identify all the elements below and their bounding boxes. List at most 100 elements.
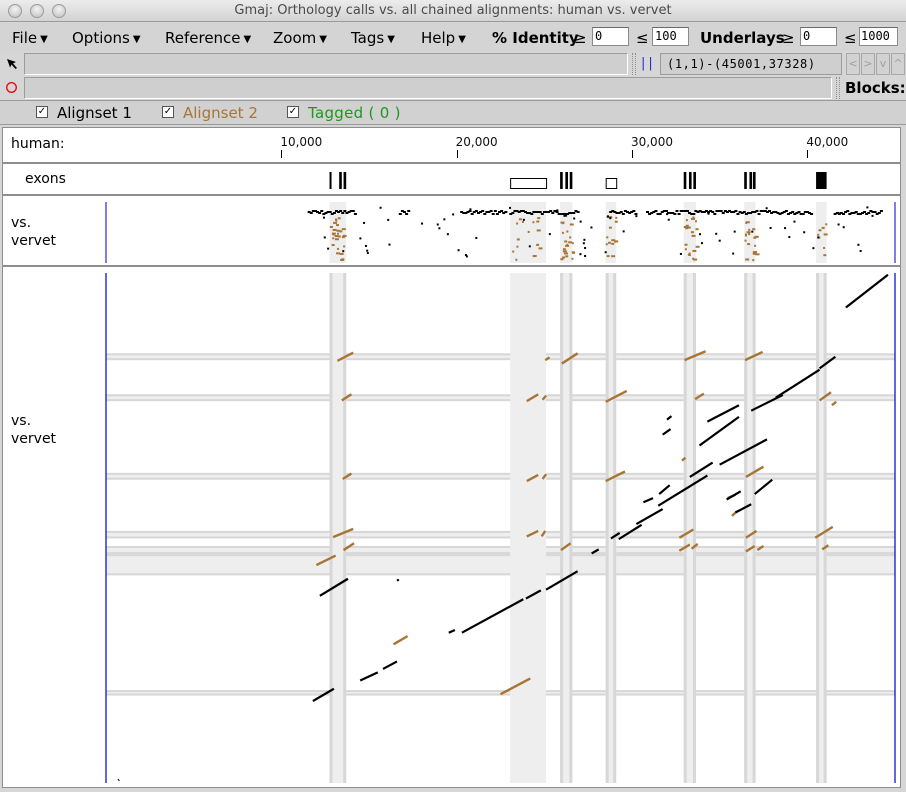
pip-point: [540, 213, 544, 215]
pip-point: [823, 246, 826, 249]
pip-point: [784, 227, 787, 230]
menu-help[interactable]: Help ▼: [421, 29, 466, 47]
dotplot[interactable]: [3, 267, 902, 787]
pip-point: [846, 210, 850, 212]
pip-point: [752, 259, 755, 262]
pip-point: [322, 216, 325, 219]
blocks-grip[interactable]: [836, 77, 840, 99]
alignset-1-segment: [382, 660, 398, 670]
pip-point: [320, 210, 324, 212]
menu-zoom[interactable]: Zoom ▼: [273, 29, 327, 47]
dotplot-underlay-v-edge: [343, 273, 347, 783]
pip-point: [572, 212, 576, 214]
dotplot-underlay-h-edge: [106, 573, 895, 576]
pip-point: [744, 234, 747, 237]
pip-point: [751, 230, 754, 233]
tagged-checkbox[interactable]: ✓: [287, 106, 299, 118]
exon-feature: [329, 172, 332, 189]
pip-point: [685, 210, 689, 212]
pip-point: [493, 210, 497, 212]
pip-point: [757, 213, 761, 215]
exon-feature: [565, 172, 568, 189]
nav-right-button[interactable]: >: [861, 53, 875, 75]
pip-point: [692, 213, 696, 215]
le-symbol: ≤: [844, 29, 857, 47]
pip-point: [536, 243, 540, 246]
split-icon[interactable]: ||: [641, 56, 656, 71]
pip-point: [341, 212, 345, 214]
pip-point: [532, 221, 535, 224]
pip-point: [332, 228, 337, 231]
chevron-down-icon: ▼: [132, 34, 141, 45]
chevron-down-icon: ▼: [319, 34, 327, 45]
selection-field[interactable]: [24, 53, 628, 75]
menu-options[interactable]: Options ▼: [72, 29, 141, 47]
mark-field[interactable]: [24, 77, 832, 99]
pip-point: [536, 229, 541, 232]
pip-point: [691, 217, 696, 220]
dotplot-underlay-v-edge: [613, 273, 617, 783]
nav-left-button[interactable]: <: [846, 53, 860, 75]
pip-point: [421, 222, 424, 225]
pip-point: [562, 256, 566, 259]
pip-point: [337, 235, 341, 238]
menu-tags[interactable]: Tags ▼: [351, 29, 395, 47]
dotplot-underlay-v: [510, 273, 547, 783]
pip-point: [693, 258, 698, 261]
alignset-1-checkbox[interactable]: ✓: [36, 106, 48, 118]
ruler-tick-label: 40,000: [806, 135, 849, 149]
underlays-min-input[interactable]: 0: [800, 27, 837, 46]
chevron-down-icon: ▼: [458, 34, 466, 45]
dotplot-underlay-v-edge: [569, 273, 573, 783]
split-grip[interactable]: [632, 53, 636, 75]
pip-point: [452, 213, 455, 216]
nav-down-button[interactable]: v: [876, 53, 890, 75]
menu-reference[interactable]: Reference ▼: [165, 29, 251, 47]
pip-plot[interactable]: [3, 196, 902, 265]
pip-point: [516, 222, 519, 225]
nav-up-button[interactable]: ^: [891, 53, 905, 75]
pip-point: [769, 226, 772, 229]
identity-max-input[interactable]: 100: [652, 27, 689, 46]
pip-point: [867, 212, 871, 214]
pip-point: [511, 212, 515, 214]
pip-point: [866, 206, 869, 209]
alignset-1-segment: [448, 628, 456, 634]
pip-point: [745, 258, 750, 261]
pip-point: [879, 210, 883, 212]
ruler-label: human:: [11, 136, 65, 152]
pip-point: [584, 254, 587, 257]
dotplot-underlay-v-edge: [683, 273, 687, 783]
pip-point: [768, 210, 772, 212]
pip-point: [343, 245, 346, 248]
alignset-2-label: Alignset 2: [183, 104, 258, 122]
underlays-max-input[interactable]: 1000: [859, 27, 898, 46]
alignset-1-segment: [635, 508, 664, 526]
menu-reference-label: Reference: [165, 29, 241, 47]
pip-point: [336, 224, 340, 227]
pip-point: [690, 231, 694, 234]
pip-point: [821, 226, 825, 229]
identity-min-input[interactable]: 0: [592, 27, 629, 46]
ruler-panel: human: 10,000 20,000 30,000 40,000: [2, 127, 901, 163]
pip-point: [854, 211, 858, 213]
pip-point: [332, 233, 335, 236]
alignset-2-checkbox[interactable]: ✓: [162, 106, 174, 118]
pip-point: [721, 212, 725, 214]
pip-point: [607, 241, 611, 244]
pip-point: [470, 213, 474, 215]
pip-panel: vs. vervet: [2, 195, 901, 266]
exon-feature: [560, 172, 563, 189]
pip-point: [837, 211, 840, 214]
pip-point: [619, 211, 623, 213]
pip-point: [336, 232, 339, 235]
le-symbol: ≤: [636, 29, 649, 47]
menu-file[interactable]: File ▼: [12, 29, 48, 47]
exons-track[interactable]: [3, 164, 902, 194]
dotplot-underlay-h-edge: [106, 545, 895, 548]
pip-point: [407, 210, 411, 212]
ruler-tick: [281, 150, 283, 158]
pip-point: [823, 254, 827, 257]
pip-point: [658, 213, 662, 215]
pip-point: [791, 211, 795, 213]
